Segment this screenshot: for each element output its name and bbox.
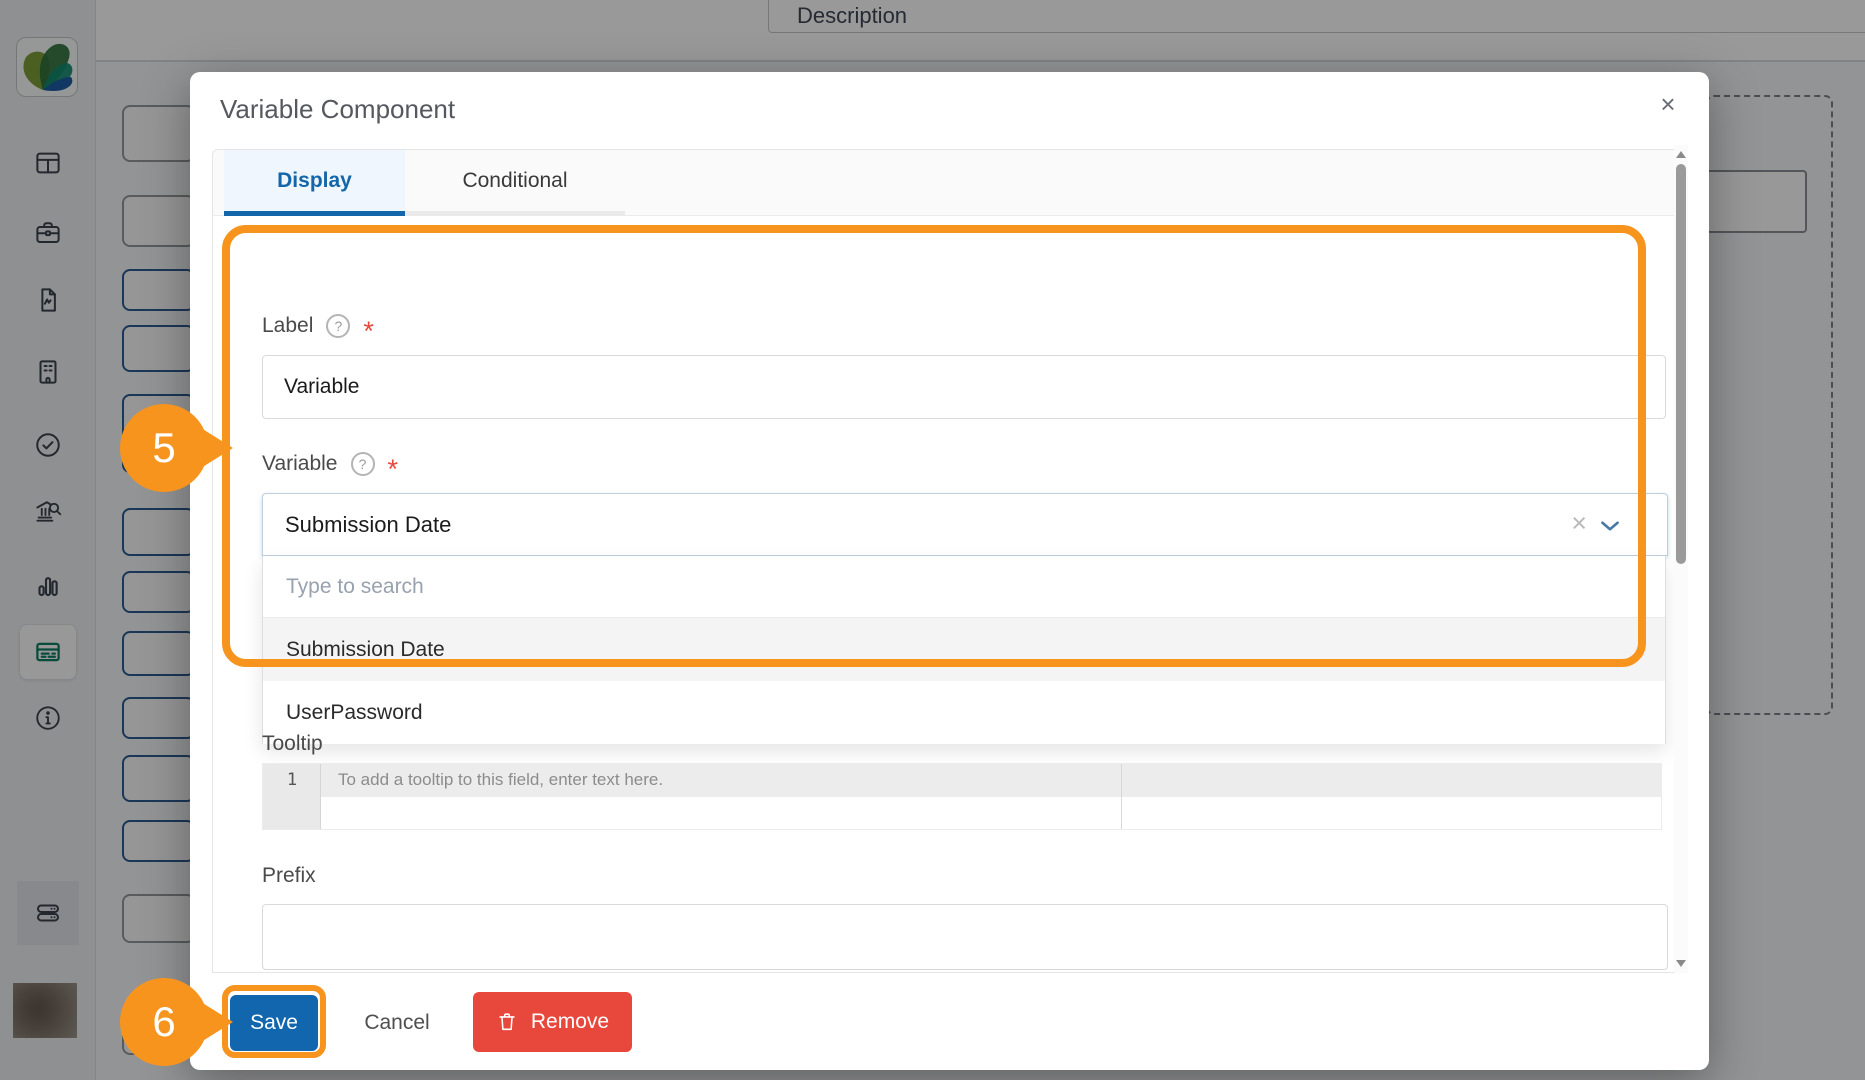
tooltip-field-label: Tooltip: [262, 732, 323, 755]
remove-button-label: Remove: [530, 1010, 610, 1033]
dropdown-option-userpassword[interactable]: UserPassword: [263, 681, 1665, 744]
tab-display[interactable]: Display: [224, 150, 405, 211]
tab-display-label: Display: [277, 168, 352, 192]
prefix-field-row: Prefix: [262, 862, 316, 890]
app-root: Description Variable Component × Display…: [0, 0, 1865, 1080]
modal-title: Variable Component: [220, 94, 456, 124]
modal-scrollbar-thumb[interactable]: [1676, 164, 1686, 564]
editor-line-number: 1: [286, 770, 298, 790]
tab-conditional-label: Conditional: [462, 168, 568, 192]
annotation-callout-5-pointer: [193, 423, 233, 473]
trash-icon: [499, 1013, 515, 1031]
cancel-button[interactable]: Cancel: [342, 995, 452, 1051]
annotation-highlight-box: [222, 225, 1646, 667]
modal-close-button[interactable]: ×: [1642, 80, 1694, 128]
tab-idle-underline: [405, 211, 625, 216]
option-label: UserPassword: [286, 700, 423, 724]
scrollbar-down-arrow[interactable]: [1676, 960, 1686, 967]
prefix-field-label: Prefix: [262, 864, 316, 887]
cancel-button-label: Cancel: [364, 1011, 430, 1034]
editor-placeholder: To add a tooltip to this field, enter te…: [338, 770, 664, 789]
remove-button[interactable]: Remove: [473, 992, 632, 1052]
tab-conditional[interactable]: Conditional: [405, 150, 625, 211]
tooltip-code-editor[interactable]: 1 To add a tooltip to this field, enter …: [262, 763, 1662, 830]
close-icon: ×: [1660, 89, 1676, 119]
prefix-input[interactable]: [262, 904, 1668, 970]
tab-strip: Display Conditional: [213, 150, 1687, 216]
annotation-save-ring: [222, 985, 326, 1058]
tab-active-underline: [224, 211, 405, 216]
callout-6-number: 6: [152, 998, 176, 1045]
scrollbar-up-arrow[interactable]: [1676, 151, 1686, 158]
editor-pane-divider: [1121, 764, 1122, 829]
callout-5-number: 5: [152, 424, 176, 471]
annotation-callout-6-pointer: [193, 997, 233, 1047]
